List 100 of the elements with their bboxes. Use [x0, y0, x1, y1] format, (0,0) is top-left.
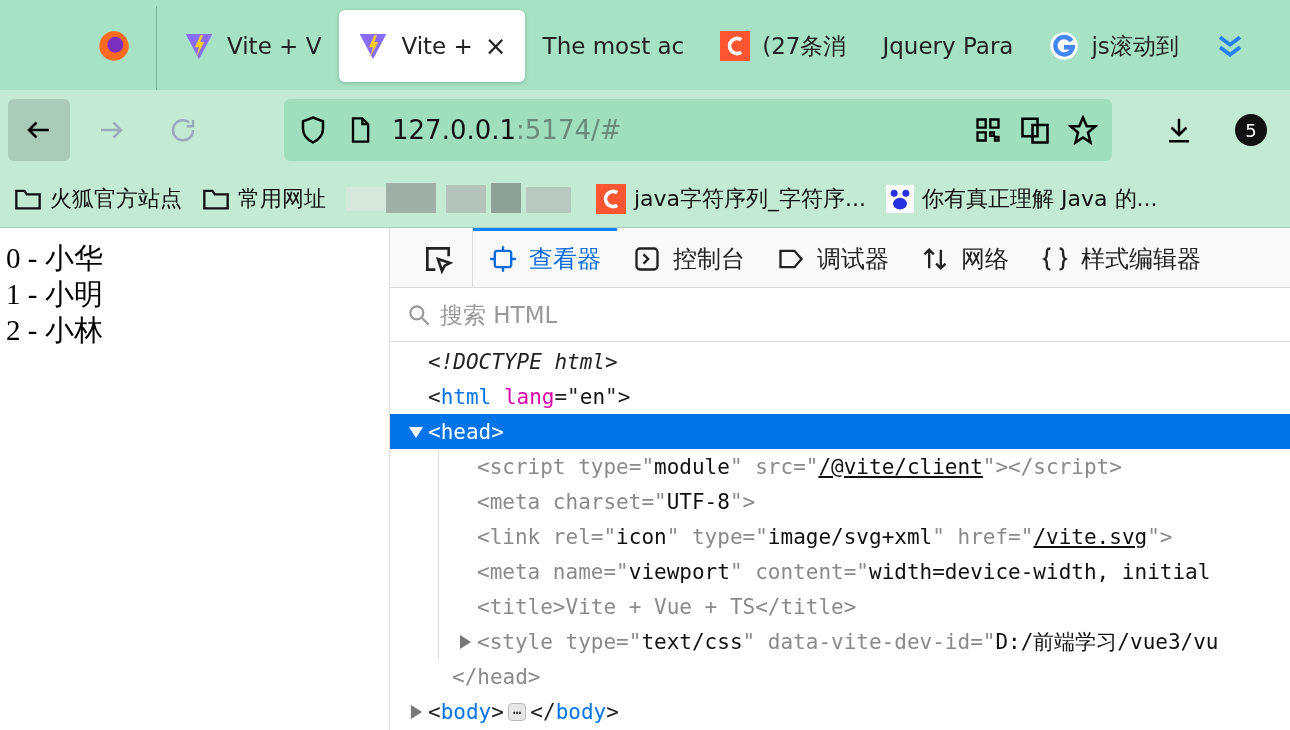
list-item-text: 2 - 小林	[6, 313, 104, 348]
code-token: "	[729, 559, 743, 584]
code-token: ="	[628, 454, 655, 479]
list-item-text: 0 - 小华	[6, 241, 104, 276]
code-token: icon	[616, 524, 667, 549]
code-token: ="	[554, 384, 580, 409]
translate-icon	[1020, 115, 1050, 145]
code-token: type	[690, 524, 743, 549]
code-token: <style	[477, 629, 553, 654]
markup-line[interactable]: <script type="module" src="/@vite/client"></script>	[439, 449, 1290, 484]
collapsed-triangle-icon[interactable]	[408, 703, 424, 720]
list-item-text: 1 - 小明	[6, 277, 104, 312]
browser-tab[interactable]: Vite + V	[165, 10, 340, 82]
code-token: Vite + Vue + TS	[565, 594, 756, 619]
code-token: width=device-width, initial	[869, 559, 1211, 584]
code-token: "></script>	[982, 454, 1122, 479]
code-token: ="	[641, 489, 667, 514]
markup-line[interactable]: <html lang="en">	[390, 379, 1290, 414]
code-token: </title>	[755, 594, 857, 619]
console-icon	[633, 245, 661, 273]
devtools-tab[interactable]: 网络	[905, 228, 1025, 287]
search-field[interactable]: 搜索 HTML	[438, 300, 1274, 329]
code-token: src	[754, 454, 794, 479]
code-token: ="	[843, 559, 869, 584]
code-token: <	[428, 419, 441, 444]
c-logo-icon	[720, 31, 751, 61]
code-token: <!DOCTYPE html>	[428, 349, 618, 374]
inspector-icon	[489, 245, 517, 273]
code-token: ="	[970, 629, 996, 654]
code-link[interactable]: /vite.svg	[1033, 524, 1148, 549]
code-token: href	[956, 524, 1009, 549]
code-token: ="	[742, 524, 768, 549]
close-icon[interactable]: ×	[484, 31, 507, 61]
code-token: </head>	[452, 664, 541, 689]
markup-line[interactable]: <link rel="icon" type="image/svg+xml" href="/vite.svg">	[439, 519, 1290, 554]
browser-tab[interactable]: js滚动到	[1031, 10, 1197, 82]
code-token: <	[428, 699, 441, 724]
code-token: <title>	[477, 594, 566, 619]
code-token: ">	[1147, 524, 1173, 549]
code-token: ="	[793, 454, 819, 479]
markup-line[interactable]: <meta name="viewport" content="width=device-width, initial	[439, 554, 1290, 589]
code-token: ="	[616, 629, 642, 654]
code-token: "	[729, 454, 743, 479]
markup-line[interactable]: <body> ⋯ </body>	[390, 694, 1290, 729]
markup-line[interactable]: <meta charset="UTF-8">	[439, 484, 1290, 519]
code-token: >	[606, 699, 619, 724]
bookmark-item[interactable]: 火狐官方站点	[14, 183, 182, 214]
code-token: ="	[603, 559, 629, 584]
browser-tab[interactable]: The most ac	[524, 10, 703, 82]
c-logo-icon	[596, 183, 626, 214]
devtools-tab[interactable]: 查看器	[473, 228, 617, 287]
code-token: D:/前端学习/vue3/vu	[995, 628, 1219, 656]
code-token: "	[932, 524, 945, 549]
code-token: en	[579, 384, 606, 409]
code-token: type	[564, 629, 617, 654]
code-token: "	[742, 629, 756, 654]
code-token: html	[440, 384, 492, 409]
bookmark-item[interactable]: 你有真正理解 Java 的...	[886, 183, 1158, 214]
code-token: <meta	[477, 489, 541, 514]
collapsed-content-badge[interactable]: ⋯	[507, 702, 527, 721]
code-token: name	[551, 559, 604, 584]
code-token: content	[754, 559, 844, 584]
code-token: image/svg+xml	[767, 524, 933, 549]
bookmark-item[interactable]: 常用网址	[202, 183, 326, 214]
collapsed-triangle-icon[interactable]	[457, 633, 473, 650]
code-token: >	[491, 419, 504, 444]
code-token: ">	[605, 384, 631, 409]
code-token: ">	[729, 489, 756, 514]
devtools-tab[interactable]: 控制台	[617, 228, 761, 287]
code-token: <meta	[477, 559, 541, 584]
markup-line[interactable]: <style type="text/css" data-vite-dev-id="D:/前端学习/vue3/vu	[439, 624, 1290, 659]
up-down-arrows-icon	[921, 245, 949, 273]
code-link[interactable]: /@vite/client	[818, 454, 983, 479]
paw-logo-icon	[886, 184, 915, 213]
devtools-tab[interactable]: 调试器	[761, 228, 905, 287]
code-token: UTF-8	[666, 489, 730, 514]
bookmark-item[interactable]: java字符序列_字符序...	[596, 183, 867, 214]
code-token: text/css	[641, 629, 743, 654]
browser-tab[interactable]: (27条消	[702, 10, 865, 82]
code-token: <link	[477, 524, 541, 549]
browser-tab[interactable]: Vite + ×	[339, 10, 525, 82]
code-token: </	[530, 699, 556, 724]
qr-code-icon	[974, 116, 1002, 144]
code-token: lang	[502, 384, 555, 409]
account-button[interactable]: 5	[1220, 99, 1282, 161]
count-badge: 5	[1235, 114, 1267, 146]
browser-tab[interactable]: Jquery Para	[864, 10, 1032, 82]
code-token: viewport	[628, 559, 730, 584]
code-token: charset	[551, 489, 642, 514]
code-token: body	[440, 699, 492, 724]
code-token: data-vite-dev-id	[766, 629, 971, 654]
code-token: type	[577, 454, 629, 479]
code-token: <script	[477, 454, 566, 479]
devtools-tab[interactable]: 样式编辑器	[1025, 228, 1217, 287]
braces-icon	[1041, 245, 1069, 273]
markup-line[interactable]: <!DOCTYPE html>	[390, 344, 1290, 379]
address-bar[interactable]: 127.0.0.1:5174/#	[284, 99, 1112, 161]
url-text: 127.0.0.1:5174/#	[392, 115, 622, 145]
back-button[interactable]	[8, 99, 70, 161]
code-token: "	[666, 524, 680, 549]
